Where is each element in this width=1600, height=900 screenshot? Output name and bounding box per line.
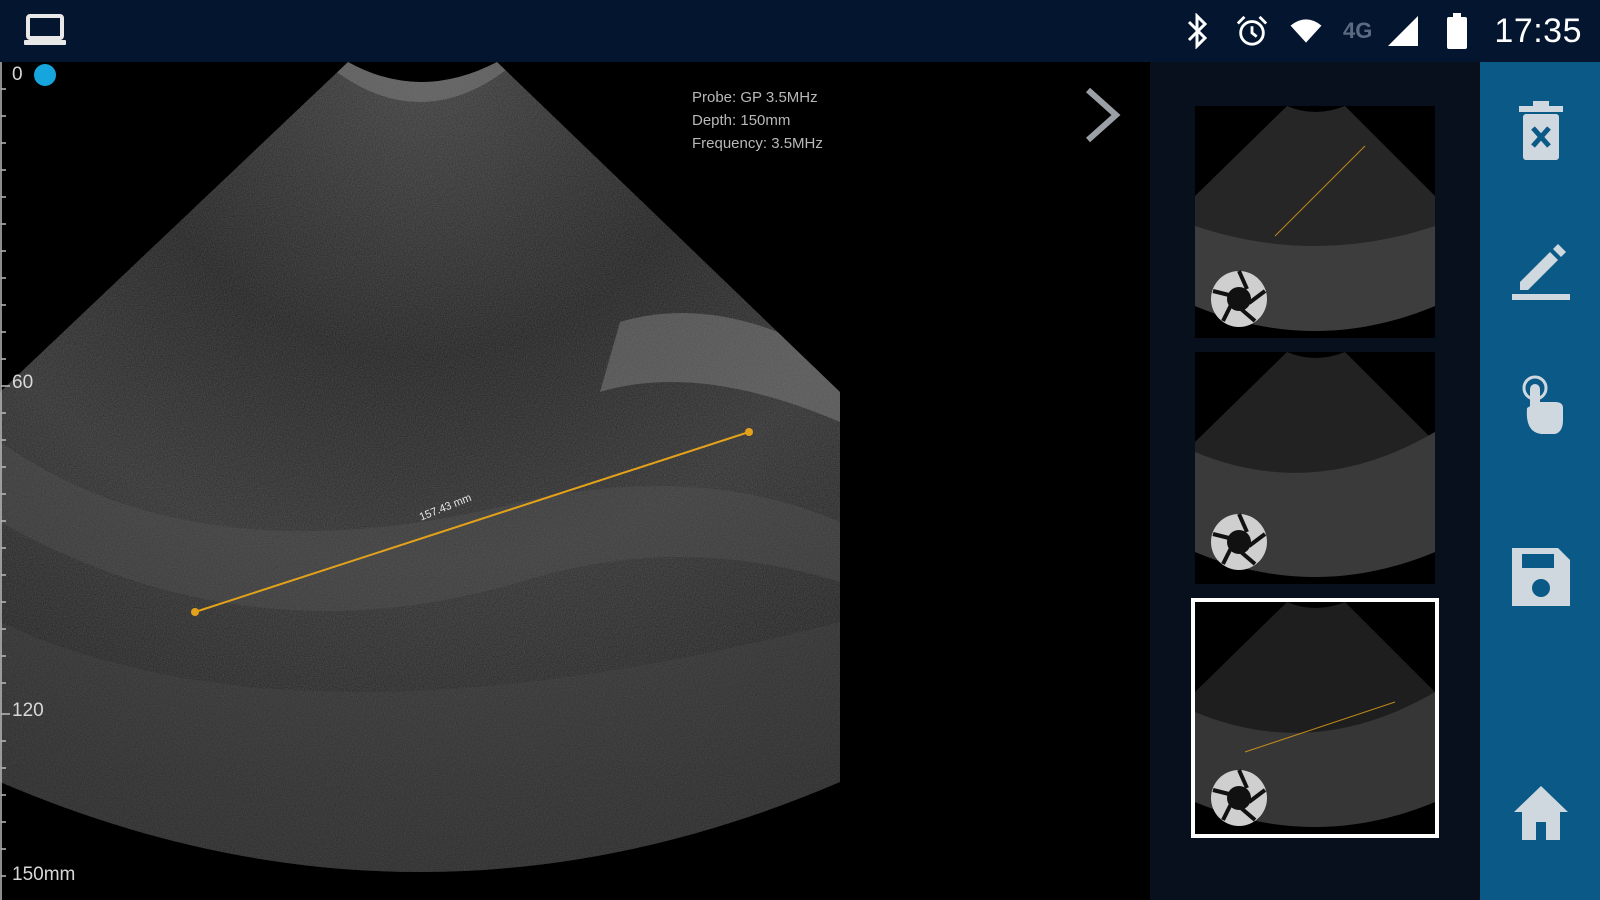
bluetooth-icon bbox=[1181, 13, 1215, 49]
depth-label-top: 0 bbox=[12, 64, 23, 85]
edit-icon[interactable] bbox=[1510, 238, 1572, 300]
aperture-icon bbox=[1209, 269, 1269, 329]
ultrasound-image bbox=[0, 62, 840, 872]
chevron-right-icon[interactable] bbox=[1080, 84, 1124, 146]
depth-label-bottom: 150mm bbox=[12, 864, 76, 885]
save-icon[interactable] bbox=[1510, 546, 1572, 608]
ultrasound-viewer[interactable]: 157.43 mm 0 60 120 150mm Probe: GP 3.5MH… bbox=[0, 62, 1150, 900]
aperture-icon bbox=[1209, 512, 1269, 572]
thumbnail-capture-3-selected[interactable] bbox=[1191, 598, 1439, 838]
action-toolbar bbox=[1480, 62, 1600, 900]
status-icons: 4G 17:35 bbox=[1181, 0, 1582, 62]
thumbnail-capture-2[interactable] bbox=[1195, 352, 1435, 584]
network-type: 4G bbox=[1343, 18, 1373, 43]
delete-icon[interactable] bbox=[1510, 100, 1572, 162]
touch-icon[interactable] bbox=[1510, 374, 1572, 436]
aperture-icon bbox=[1209, 768, 1269, 828]
gain-indicator[interactable] bbox=[34, 64, 56, 86]
thumbnail-strip bbox=[1150, 62, 1480, 900]
battery-icon bbox=[1440, 13, 1474, 49]
frequency-info: Frequency: 3.5MHz bbox=[692, 135, 823, 152]
depth-scale bbox=[0, 62, 10, 900]
wifi-icon bbox=[1289, 14, 1323, 48]
probe-info: Probe: GP 3.5MHz Depth: 150mm Frequency:… bbox=[692, 86, 823, 155]
clock: 17:35 bbox=[1494, 11, 1582, 50]
depth-info: Depth: 150mm bbox=[692, 112, 791, 129]
status-bar: 4G 17:35 bbox=[0, 0, 1600, 62]
laptop-icon[interactable] bbox=[22, 12, 68, 50]
probe-label: Probe: GP 3.5MHz bbox=[692, 89, 818, 106]
depth-label-mid: 60 bbox=[12, 372, 34, 393]
home-icon[interactable] bbox=[1510, 782, 1572, 844]
thumbnail-capture-1[interactable] bbox=[1195, 106, 1435, 338]
cell-signal-icon bbox=[1386, 14, 1420, 48]
depth-label-lower: 120 bbox=[12, 700, 44, 721]
alarm-icon bbox=[1235, 14, 1269, 48]
